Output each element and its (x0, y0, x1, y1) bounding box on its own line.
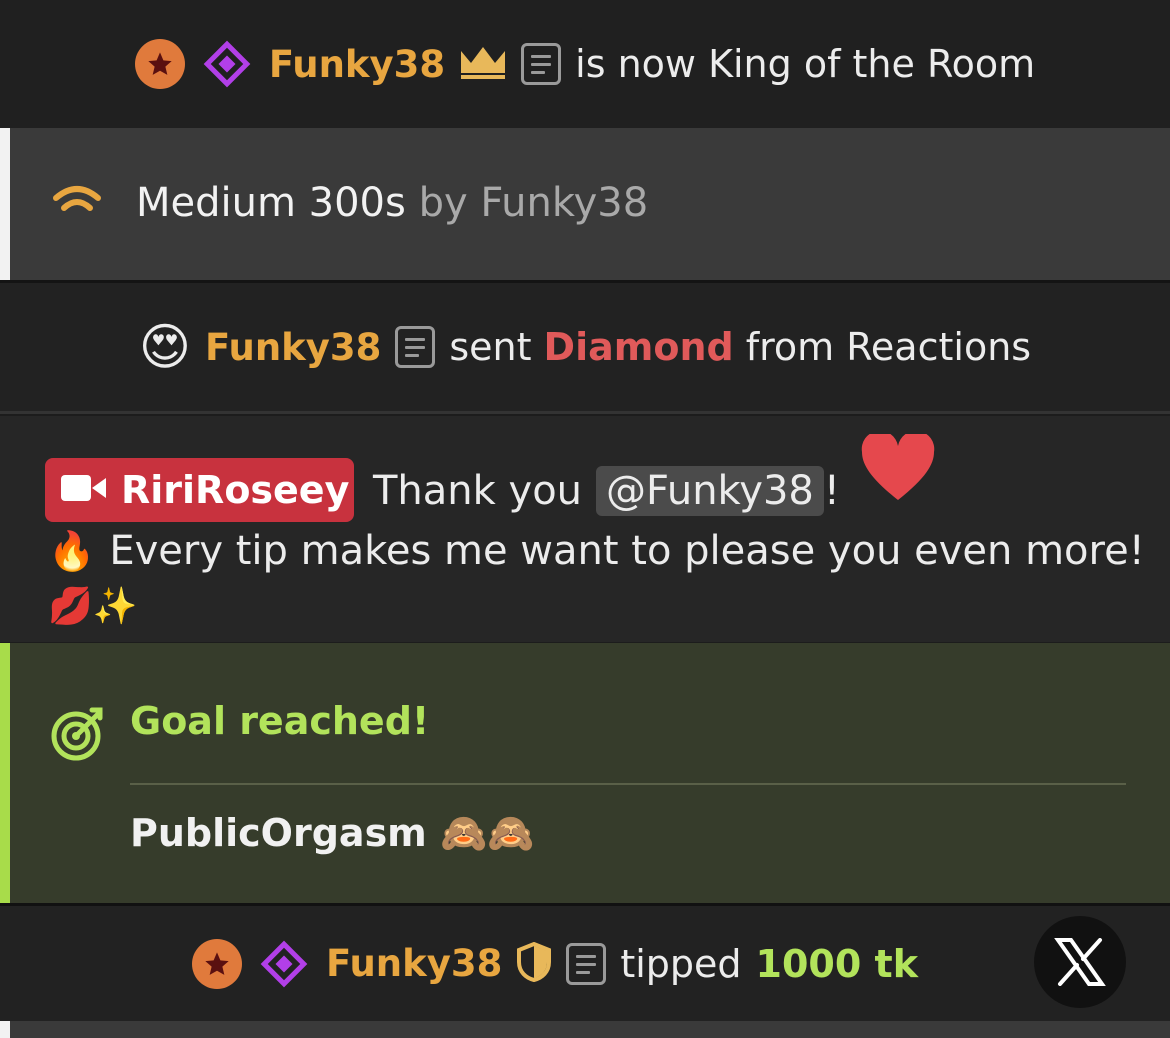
document-icon[interactable] (566, 942, 607, 985)
star-badge-icon (134, 39, 185, 89)
message-line: Every tip makes me want to please you ev… (109, 528, 1145, 574)
username-link[interactable]: Funky38 (205, 326, 381, 369)
gift-name: Diamond (543, 325, 734, 369)
target-icon (50, 706, 106, 766)
star-badge-icon (192, 938, 243, 989)
x-logo-icon[interactable] (1034, 916, 1126, 1008)
broadcaster-name: RiriRoseey (121, 468, 350, 512)
reaction-source: from Reactions (745, 325, 1032, 369)
video-camera-icon (61, 468, 107, 512)
next-row-partial (0, 1021, 1170, 1038)
sent-text: sent (449, 325, 532, 369)
tip-amount: 1000 tk (755, 941, 918, 986)
broadcaster-tag[interactable]: RiriRoseey (45, 458, 354, 522)
shield-icon (516, 941, 552, 986)
heart-eyes-emoji: 😍 (138, 318, 192, 376)
reaction-row: 😍 Funky38 sent Diamond from Reactions (0, 280, 1170, 414)
king-message: is now King of the Room (575, 42, 1036, 86)
crown-icon (459, 45, 507, 83)
tip-notification-row: Funky38 tipped 1000 tk (0, 903, 1170, 1021)
mention-chip[interactable]: @Funky38 (596, 466, 824, 516)
kiss-sparkle-emojis: 💋✨ (48, 586, 138, 627)
toy-by-text: by Funky38 (418, 180, 649, 226)
goal-reached-row: Goal reached! PublicOrgasm 🙈🙈 (0, 643, 1170, 903)
goal-title: Goal reached! (130, 699, 430, 743)
message-thank-you: Thank you (373, 468, 583, 514)
username-link[interactable]: Funky38 (269, 43, 445, 86)
king-notification-row: Funky38 is now King of the Room (0, 0, 1170, 128)
fire-emoji: 🔥 (48, 528, 96, 573)
tipped-text: tipped (620, 941, 742, 986)
document-icon[interactable] (521, 43, 562, 85)
diamond-icon (199, 36, 255, 92)
document-icon[interactable] (395, 326, 436, 368)
message-exclaim: ! (823, 468, 840, 514)
diamond-icon (256, 936, 312, 992)
signal-icon (50, 180, 104, 224)
toy-activation-row: Medium 300s by Funky38 (0, 128, 1170, 280)
heart-emoji (860, 430, 936, 506)
username-link[interactable]: Funky38 (326, 942, 502, 985)
goal-text: PublicOrgasm 🙈🙈 (130, 811, 535, 855)
goal-divider (130, 783, 1126, 785)
toy-level: Medium 300s (136, 180, 406, 226)
